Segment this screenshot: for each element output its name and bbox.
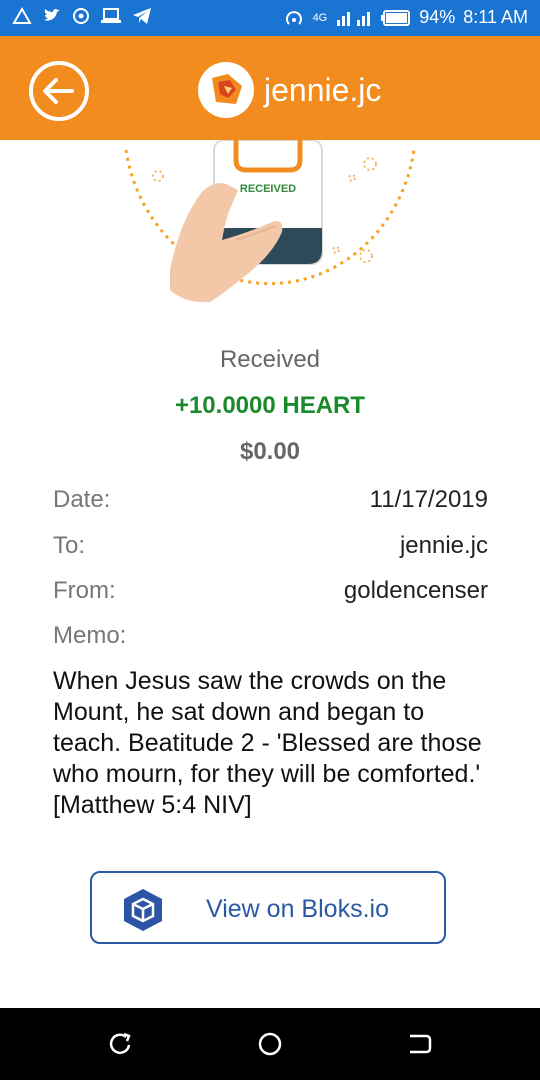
drive-icon [12,7,32,24]
hotspot-icon [285,10,302,25]
battery-percent: 94% [419,7,456,27]
date-value: 11/17/2019 [369,486,488,513]
back-nav-button[interactable] [404,1028,436,1060]
status-notification-icons [12,7,152,25]
date-row: Date: 11/17/2019 [53,486,488,520]
page-title: jennie.jc [264,72,382,108]
from-row: From: goldencenser [53,577,488,611]
date-label: Date: [53,486,111,513]
recent-apps-button[interactable] [104,1028,136,1060]
memo-label: Memo: [53,622,127,649]
view-on-bloks-button[interactable]: View on Bloks.io [90,871,446,944]
from-value: goldencenser [343,577,488,604]
back-arrow-icon [29,61,89,121]
transaction-usd-value: $0.00 [239,438,301,465]
back-button[interactable] [28,60,90,122]
status-bar: 4G 94% 8:11 AM [0,0,540,36]
network-type: 4G [312,11,328,24]
back-nav-icon [410,1034,432,1054]
memo-text: When Jesus saw the crowds on the Mount, … [53,667,482,819]
instagram-icon [73,8,89,24]
transaction-amount: +10.0000 HEART [174,392,366,419]
bloks-button-label: View on Bloks.io [206,895,389,923]
app-logo-icon [198,62,254,118]
signal-icon [337,11,371,26]
bloks-cube-icon [124,889,162,931]
twitter-icon [44,8,60,21]
home-button[interactable] [254,1028,286,1060]
battery-icon [381,9,411,26]
received-illustration: RECEIVED [0,139,540,330]
to-value: jennie.jc [399,532,488,559]
home-icon [258,1032,282,1056]
clock: 8:11 AM [463,7,528,27]
laptop-icon [101,8,121,23]
system-nav-bar [0,1008,540,1080]
recent-apps-icon [109,1032,131,1054]
transaction-status: Received [219,346,321,373]
telegram-icon [133,8,151,24]
from-label: From: [53,577,116,604]
status-system-icons: 4G 94% 8:11 AM [283,7,528,28]
to-label: To: [53,532,86,559]
to-row: To: jennie.jc [53,532,488,566]
phone-received-text: RECEIVED [240,183,296,195]
app-bar: jennie.jc [0,36,540,140]
memo-row: Memo: [53,622,488,656]
